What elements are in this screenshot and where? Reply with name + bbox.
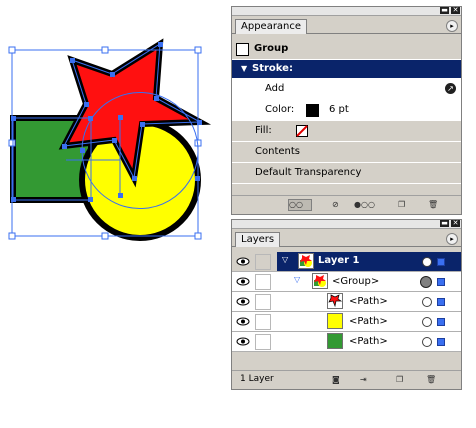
object-label: Group	[254, 43, 289, 54]
options-menu-icon[interactable]: ▸	[446, 233, 458, 245]
stroke-row[interactable]: ▼ Stroke:	[232, 60, 461, 79]
contents-row[interactable]: Contents	[232, 142, 461, 163]
target-icon[interactable]	[422, 337, 432, 347]
layers-empty-area	[232, 352, 461, 369]
lock-toggle[interactable]	[255, 294, 271, 310]
eye-icon[interactable]	[236, 335, 250, 348]
make-clipping-mask-icon[interactable]: ◙	[332, 375, 340, 385]
tab-appearance[interactable]: Appearance	[235, 19, 308, 34]
stroke-add-row[interactable]: Add ↗	[232, 79, 461, 100]
trash-icon[interactable]: 🗑	[428, 200, 438, 210]
appearance-panel: ▬ ✕ Appearance ▸ Group ▼ Stroke: Add ↗ C…	[231, 6, 462, 215]
group-row[interactable]: ▽ <Group>	[232, 272, 461, 292]
selection-indicator[interactable]	[437, 258, 445, 266]
fill-none-swatch[interactable]	[296, 125, 308, 137]
path-name[interactable]: <Path>	[349, 316, 388, 327]
close-icon[interactable]: ✕	[451, 220, 460, 227]
appearance-bottombar: ○○ ⊘ ●○○ ❐ 🗑	[232, 195, 461, 214]
stroke-label: Stroke:	[252, 63, 293, 74]
contents-label: Contents	[255, 146, 300, 157]
eye-icon[interactable]	[236, 315, 250, 328]
transparency-row[interactable]: Default Transparency	[232, 163, 461, 184]
new-layer-icon[interactable]: ❐	[396, 375, 403, 385]
fill-row[interactable]: Fill:	[232, 121, 461, 142]
minimize-icon[interactable]: ▬	[440, 220, 449, 227]
group-name[interactable]: <Group>	[332, 276, 379, 287]
tab-layers[interactable]: Layers	[235, 232, 281, 247]
path-row[interactable]: <Path>	[232, 292, 461, 312]
close-icon[interactable]: ✕	[451, 7, 460, 14]
panel-titlebar[interactable]: ▬ ✕	[232, 220, 461, 229]
new-art-basic-icon[interactable]: ○○	[288, 199, 312, 211]
eye-icon[interactable]	[236, 255, 250, 268]
new-sublayer-icon[interactable]: ⇥	[360, 375, 367, 385]
transparency-label: Default Transparency	[255, 167, 362, 178]
lock-toggle[interactable]	[255, 274, 271, 290]
layers-panel: ▬ ✕ Layers ▸ ▽ Layer 1 ▽ <Group> <Path> …	[231, 219, 462, 390]
layer-count-label: 1 Layer	[240, 374, 274, 384]
path-name[interactable]: <Path>	[349, 296, 388, 307]
brush-icon[interactable]: ↗	[445, 83, 456, 94]
eye-icon[interactable]	[236, 295, 250, 308]
path-row[interactable]: <Path>	[232, 332, 461, 352]
layer-row[interactable]: ▽ Layer 1	[232, 252, 461, 272]
appearance-tabstrip: Appearance ▸	[232, 16, 461, 34]
layer-name[interactable]: Layer 1	[318, 255, 359, 266]
reduce-basic-icon[interactable]: ●○○	[354, 200, 375, 210]
artwork-canvas[interactable]	[0, 0, 220, 250]
stroke-color-row[interactable]: Color: 6 pt	[232, 100, 461, 121]
layer-thumbnail	[298, 253, 314, 269]
selection-indicator[interactable]	[437, 318, 445, 326]
triangle-down-icon[interactable]: ▼	[241, 60, 247, 78]
target-icon[interactable]	[422, 257, 432, 267]
triangle-down-icon[interactable]: ▽	[282, 255, 288, 264]
selection-indicator[interactable]	[437, 298, 445, 306]
stroke-color-swatch[interactable]	[306, 104, 319, 117]
rect-thumbnail-icon	[327, 333, 343, 349]
selection-indicator[interactable]	[437, 338, 445, 346]
stroke-weight-value: 6 pt	[329, 104, 349, 115]
object-row[interactable]: Group	[232, 39, 461, 60]
selection-indicator[interactable]	[437, 278, 445, 286]
object-thumbnail	[236, 43, 249, 56]
color-label: Color:	[265, 104, 295, 115]
layers-tabstrip: Layers ▸	[232, 229, 461, 247]
lock-toggle[interactable]	[255, 314, 271, 330]
path-name[interactable]: <Path>	[349, 336, 388, 347]
group-thumbnail	[312, 273, 328, 289]
minimize-icon[interactable]: ▬	[440, 7, 449, 14]
target-icon[interactable]	[420, 276, 432, 288]
eye-icon[interactable]	[236, 275, 250, 288]
fill-label: Fill:	[255, 125, 272, 136]
add-label: Add	[265, 83, 285, 94]
lock-toggle[interactable]	[255, 334, 271, 350]
star-thumbnail-icon	[327, 293, 343, 309]
clear-appearance-icon[interactable]: ⊘	[332, 200, 339, 210]
panel-titlebar[interactable]: ▬ ✕	[232, 7, 461, 16]
triangle-down-icon[interactable]: ▽	[294, 275, 300, 284]
path-row[interactable]: <Path>	[232, 312, 461, 332]
options-menu-icon[interactable]: ▸	[446, 20, 458, 32]
lock-toggle[interactable]	[255, 254, 271, 270]
target-icon[interactable]	[422, 317, 432, 327]
duplicate-item-icon[interactable]: ❐	[398, 200, 405, 210]
circle-thumbnail-icon	[327, 313, 343, 329]
trash-icon[interactable]: 🗑	[426, 375, 436, 385]
layers-bottombar: 1 Layer ◙ ⇥ ❐ 🗑	[232, 370, 461, 389]
target-icon[interactable]	[422, 297, 432, 307]
